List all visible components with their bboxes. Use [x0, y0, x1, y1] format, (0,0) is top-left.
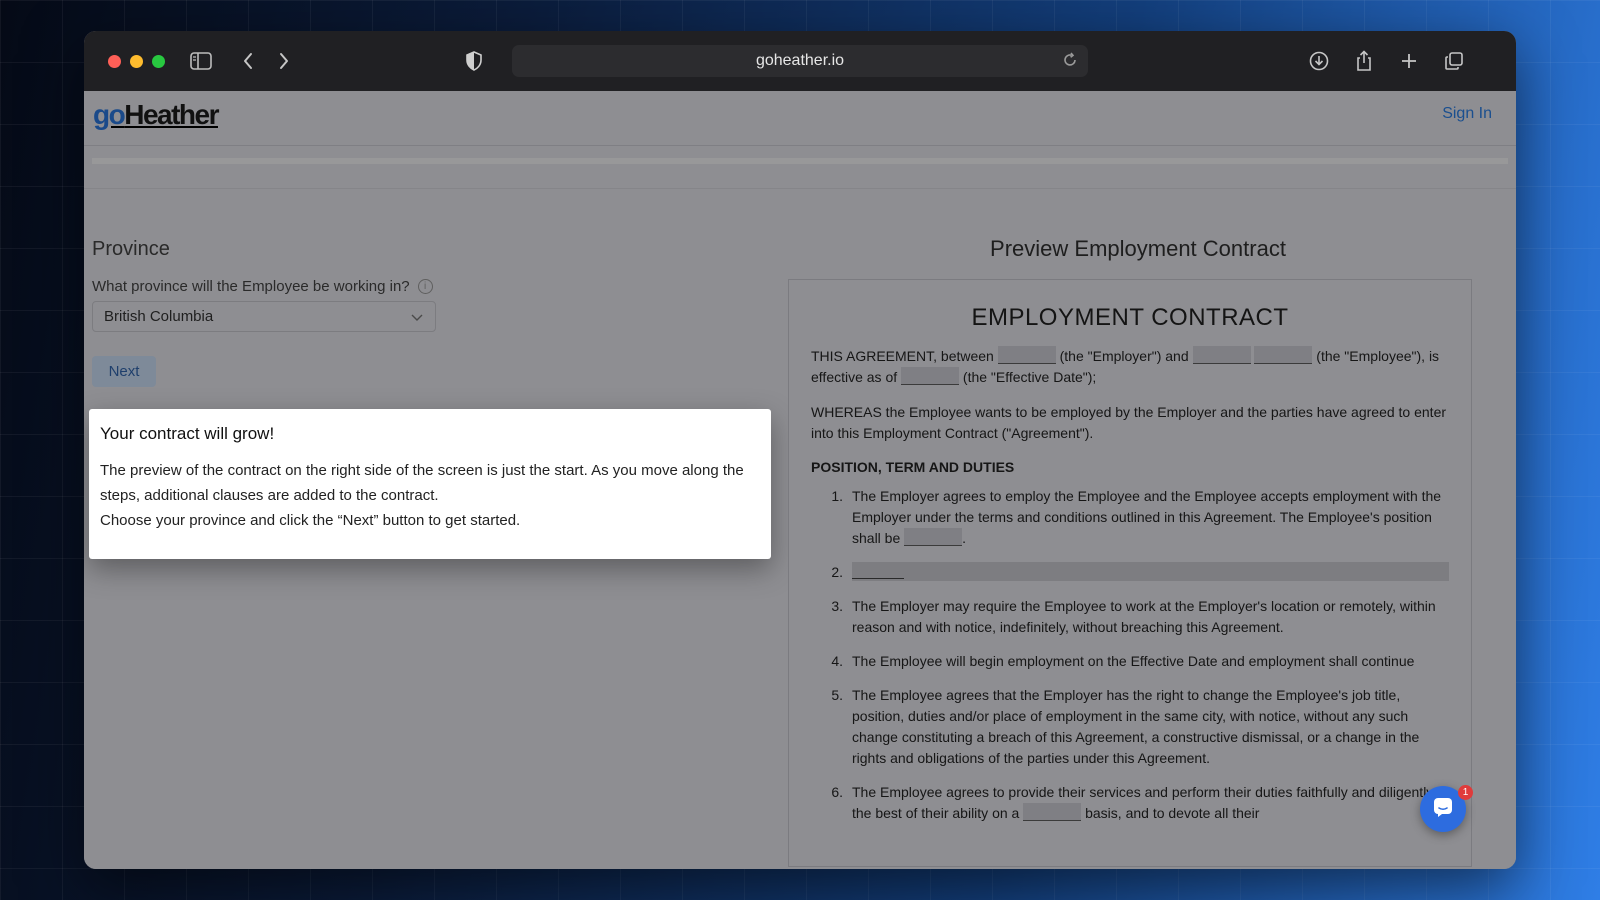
url-text: goheather.io [755, 52, 845, 69]
clause-item: 2. [811, 562, 1449, 583]
sidebar-icon[interactable] [189, 49, 213, 73]
zoom-window-button[interactable] [152, 54, 165, 68]
clause-number: 1. [831, 488, 843, 504]
contract-preview[interactable]: EMPLOYMENT CONTRACT THIS AGREEMENT, betw… [788, 279, 1472, 867]
clause-item: 1. The Employer agrees to employ the Emp… [811, 486, 1449, 549]
clause-text: The Employee agrees that the Employer ha… [852, 687, 1420, 766]
info-icon[interactable]: i [417, 279, 433, 294]
shield-icon[interactable] [462, 49, 486, 73]
clause-text: The Employee agrees to provide their ser… [852, 782, 1449, 824]
clause-item: 6. The Employee agrees to provide their … [811, 782, 1449, 824]
clause-text: The Employee will begin employment on th… [852, 653, 1415, 669]
logo-heather-text: Heather [124, 99, 219, 130]
back-icon[interactable] [236, 49, 260, 73]
clause-number: 5. [831, 687, 843, 703]
clause-number: 6. [831, 784, 843, 800]
popover-text-2: Choose your province and click the “Next… [100, 512, 521, 529]
clause-item: 3. The Employer may require the Employee… [811, 596, 1449, 638]
close-window-button[interactable] [108, 54, 121, 68]
clause-number: 4. [831, 653, 843, 669]
download-icon[interactable] [1307, 49, 1331, 73]
province-question-text: What province will the Employee be worki… [92, 278, 410, 295]
clause-item: 5. The Employee agrees that the Employer… [811, 685, 1449, 769]
chevron-down-icon [410, 310, 424, 328]
clause-text-tail: . [962, 530, 967, 546]
highlighted-clause-placeholder [852, 562, 1449, 581]
forward-icon[interactable] [272, 49, 296, 73]
employee-last-name-blank [1254, 346, 1313, 364]
logo-go-text: go [93, 99, 126, 130]
browser-window: goheather.io goHeather Sign In Province [84, 31, 1516, 869]
clause-list: 1. The Employer agrees to employ the Emp… [811, 486, 1449, 824]
chat-icon [1432, 796, 1454, 823]
web-page: goHeather Sign In Province What province… [84, 91, 1516, 869]
intro-text-a: THIS AGREEMENT, between [811, 348, 994, 364]
section-divider [84, 188, 1516, 189]
clause-item: 4. The Employee will begin employment on… [811, 651, 1449, 672]
popover-title: Your contract will grow! [100, 424, 275, 443]
contract-body: THIS AGREEMENT, between (the "Employer")… [789, 346, 1471, 824]
progress-strip [92, 158, 1508, 164]
employee-first-name-blank [1192, 346, 1251, 364]
reload-icon[interactable] [1062, 52, 1078, 73]
clause-number: 2. [831, 564, 843, 580]
basis-blank [1023, 803, 1082, 821]
browser-toolbar: goheather.io [84, 31, 1516, 91]
contract-intro: THIS AGREEMENT, between (the "Employer")… [811, 346, 1449, 388]
new-tab-icon[interactable] [1397, 49, 1421, 73]
clause-number: 3. [831, 598, 843, 614]
intro-text-b: (the "Employer") and [1059, 348, 1189, 364]
province-question: What province will the Employee be worki… [92, 278, 433, 295]
whereas-paragraph: WHEREAS the Employee wants to be employe… [811, 404, 1447, 441]
popover-text-1: The preview of the contract on the right… [100, 462, 744, 504]
province-select[interactable]: British Columbia [92, 301, 436, 332]
clause-text: The Employer may require the Employee to… [852, 598, 1436, 635]
employer-name-blank [997, 346, 1056, 364]
notification-badge: 1 [1458, 785, 1473, 800]
intro-text-d: (the "Effective Date"); [962, 369, 1097, 385]
effective-date-blank [901, 367, 960, 385]
next-button[interactable]: Next [92, 356, 156, 387]
position-blank [904, 528, 963, 546]
section-title: Province [92, 238, 170, 260]
clause-text-tail: basis, and to devote all their [1085, 805, 1260, 821]
preview-title: Preview Employment Contract [990, 236, 1286, 261]
province-select-value: British Columbia [104, 308, 214, 325]
goheather-logo[interactable]: goHeather [93, 99, 219, 131]
minimize-window-button[interactable] [130, 54, 143, 68]
contract-heading: EMPLOYMENT CONTRACT [971, 304, 1289, 331]
section-heading: POSITION, TERM AND DUTIES [811, 459, 1015, 475]
share-icon[interactable] [1352, 49, 1376, 73]
onboarding-popover: Your contract will grow! The preview of … [89, 409, 771, 559]
window-controls [108, 54, 165, 68]
sign-in-link[interactable]: Sign In [1442, 105, 1492, 123]
tabs-overview-icon[interactable] [1442, 49, 1466, 73]
clause-blank [852, 562, 904, 579]
site-header: goHeather Sign In [84, 91, 1516, 146]
clause-text: The Employer agrees to employ the Employ… [852, 486, 1449, 549]
address-bar[interactable]: goheather.io [512, 45, 1088, 77]
